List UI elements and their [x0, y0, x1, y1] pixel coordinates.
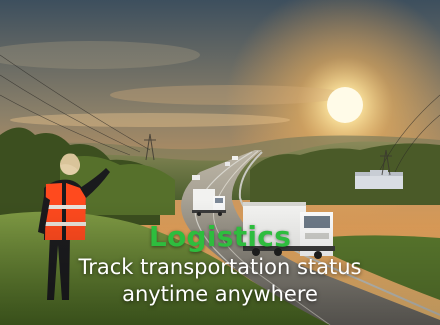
sun-icon [327, 87, 363, 123]
promo-subtitle-line-1: Track transportation status [78, 255, 362, 279]
promo-caption: Logistics Track transportation status an… [0, 220, 440, 308]
logistics-banner: Logistics Track transportation status an… [0, 0, 440, 325]
promo-title: Logistics [148, 220, 292, 253]
promo-subtitle-line-2: anytime anywhere [122, 282, 318, 306]
